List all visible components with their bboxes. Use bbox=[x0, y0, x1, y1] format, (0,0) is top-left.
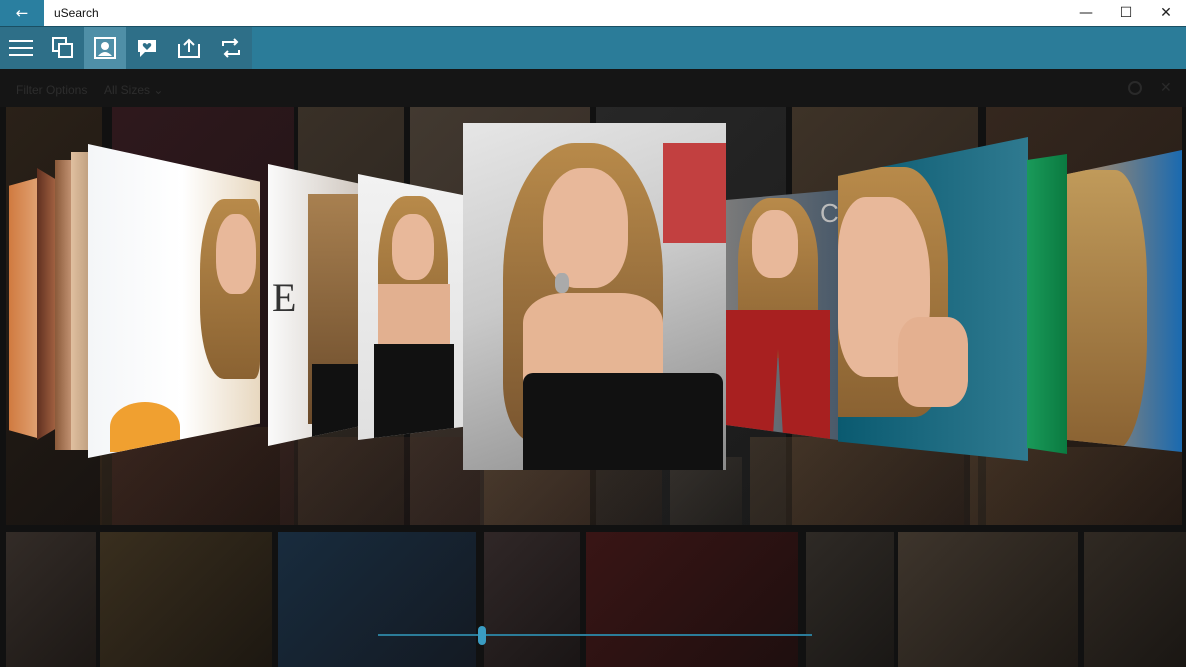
carousel-image[interactable] bbox=[37, 168, 55, 440]
carousel-slider-track[interactable] bbox=[378, 634, 812, 636]
carousel-image[interactable] bbox=[55, 160, 71, 450]
carousel-image[interactable] bbox=[838, 137, 1028, 461]
carousel-image[interactable] bbox=[1027, 154, 1067, 454]
image-carousel: E C bbox=[0, 0, 1186, 667]
carousel-image[interactable] bbox=[9, 178, 37, 438]
carousel-slider-thumb[interactable] bbox=[478, 626, 487, 645]
carousel-image[interactable] bbox=[358, 174, 464, 440]
carousel-image[interactable]: E bbox=[268, 164, 360, 446]
carousel-image[interactable] bbox=[88, 144, 260, 458]
carousel-image[interactable] bbox=[71, 152, 89, 450]
carousel-image[interactable]: C bbox=[726, 190, 838, 440]
carousel-image[interactable] bbox=[1067, 150, 1182, 452]
carousel-image-selected[interactable] bbox=[463, 123, 726, 470]
usearch-window: ← uSearch — ☐ ✕ Filter Options All Sizes… bbox=[0, 0, 1186, 667]
